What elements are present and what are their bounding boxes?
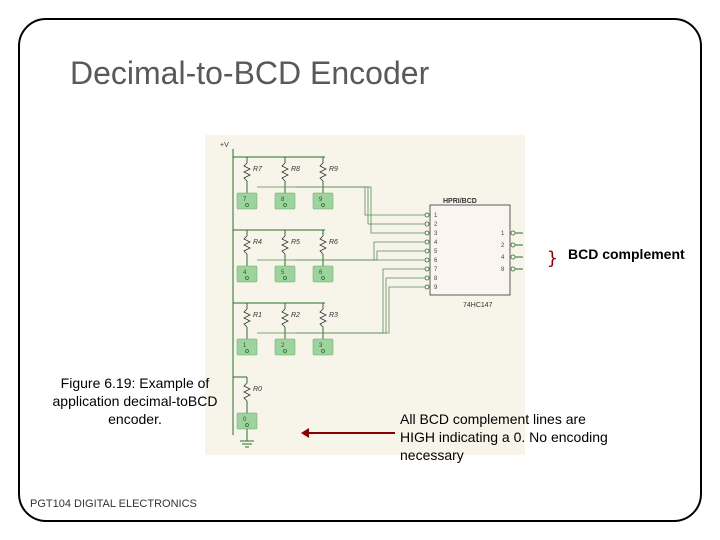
svg-text:74HC147: 74HC147 (463, 302, 493, 309)
svg-text:R2: R2 (291, 312, 300, 319)
annotation-arrow-icon (307, 432, 395, 434)
encoder-chip: HPRI/BCD 74HC147 1 2 3 4 5 6 7 8 9 1 2 (425, 198, 523, 309)
bcd-bracket-icon: } (547, 248, 558, 269)
svg-text:HPRI/BCD: HPRI/BCD (443, 198, 477, 205)
encoder-circuit-diagram: +V R7 7 R8 8 R9 (205, 135, 525, 455)
bcd-complement-label: BCD complement (568, 246, 685, 262)
svg-text:R1: R1 (253, 312, 262, 319)
svg-text:R5: R5 (291, 239, 300, 246)
svg-text:R3: R3 (329, 312, 338, 319)
figure-caption: Figure 6.19: Example of application deci… (40, 374, 230, 429)
annotation-text: All BCD complement lines are HIGH indica… (400, 410, 620, 465)
svg-text:R0: R0 (253, 386, 262, 393)
svg-text:R8: R8 (291, 166, 300, 173)
page-title: Decimal-to-BCD Encoder (70, 55, 429, 92)
svg-text:R9: R9 (329, 166, 338, 173)
supply-label: +V (220, 142, 229, 149)
footer-text: PGT104 DIGITAL ELECTRONICS (30, 498, 197, 510)
svg-text:R6: R6 (329, 239, 338, 246)
svg-text:R7: R7 (253, 166, 263, 173)
svg-text:R4: R4 (253, 239, 262, 246)
